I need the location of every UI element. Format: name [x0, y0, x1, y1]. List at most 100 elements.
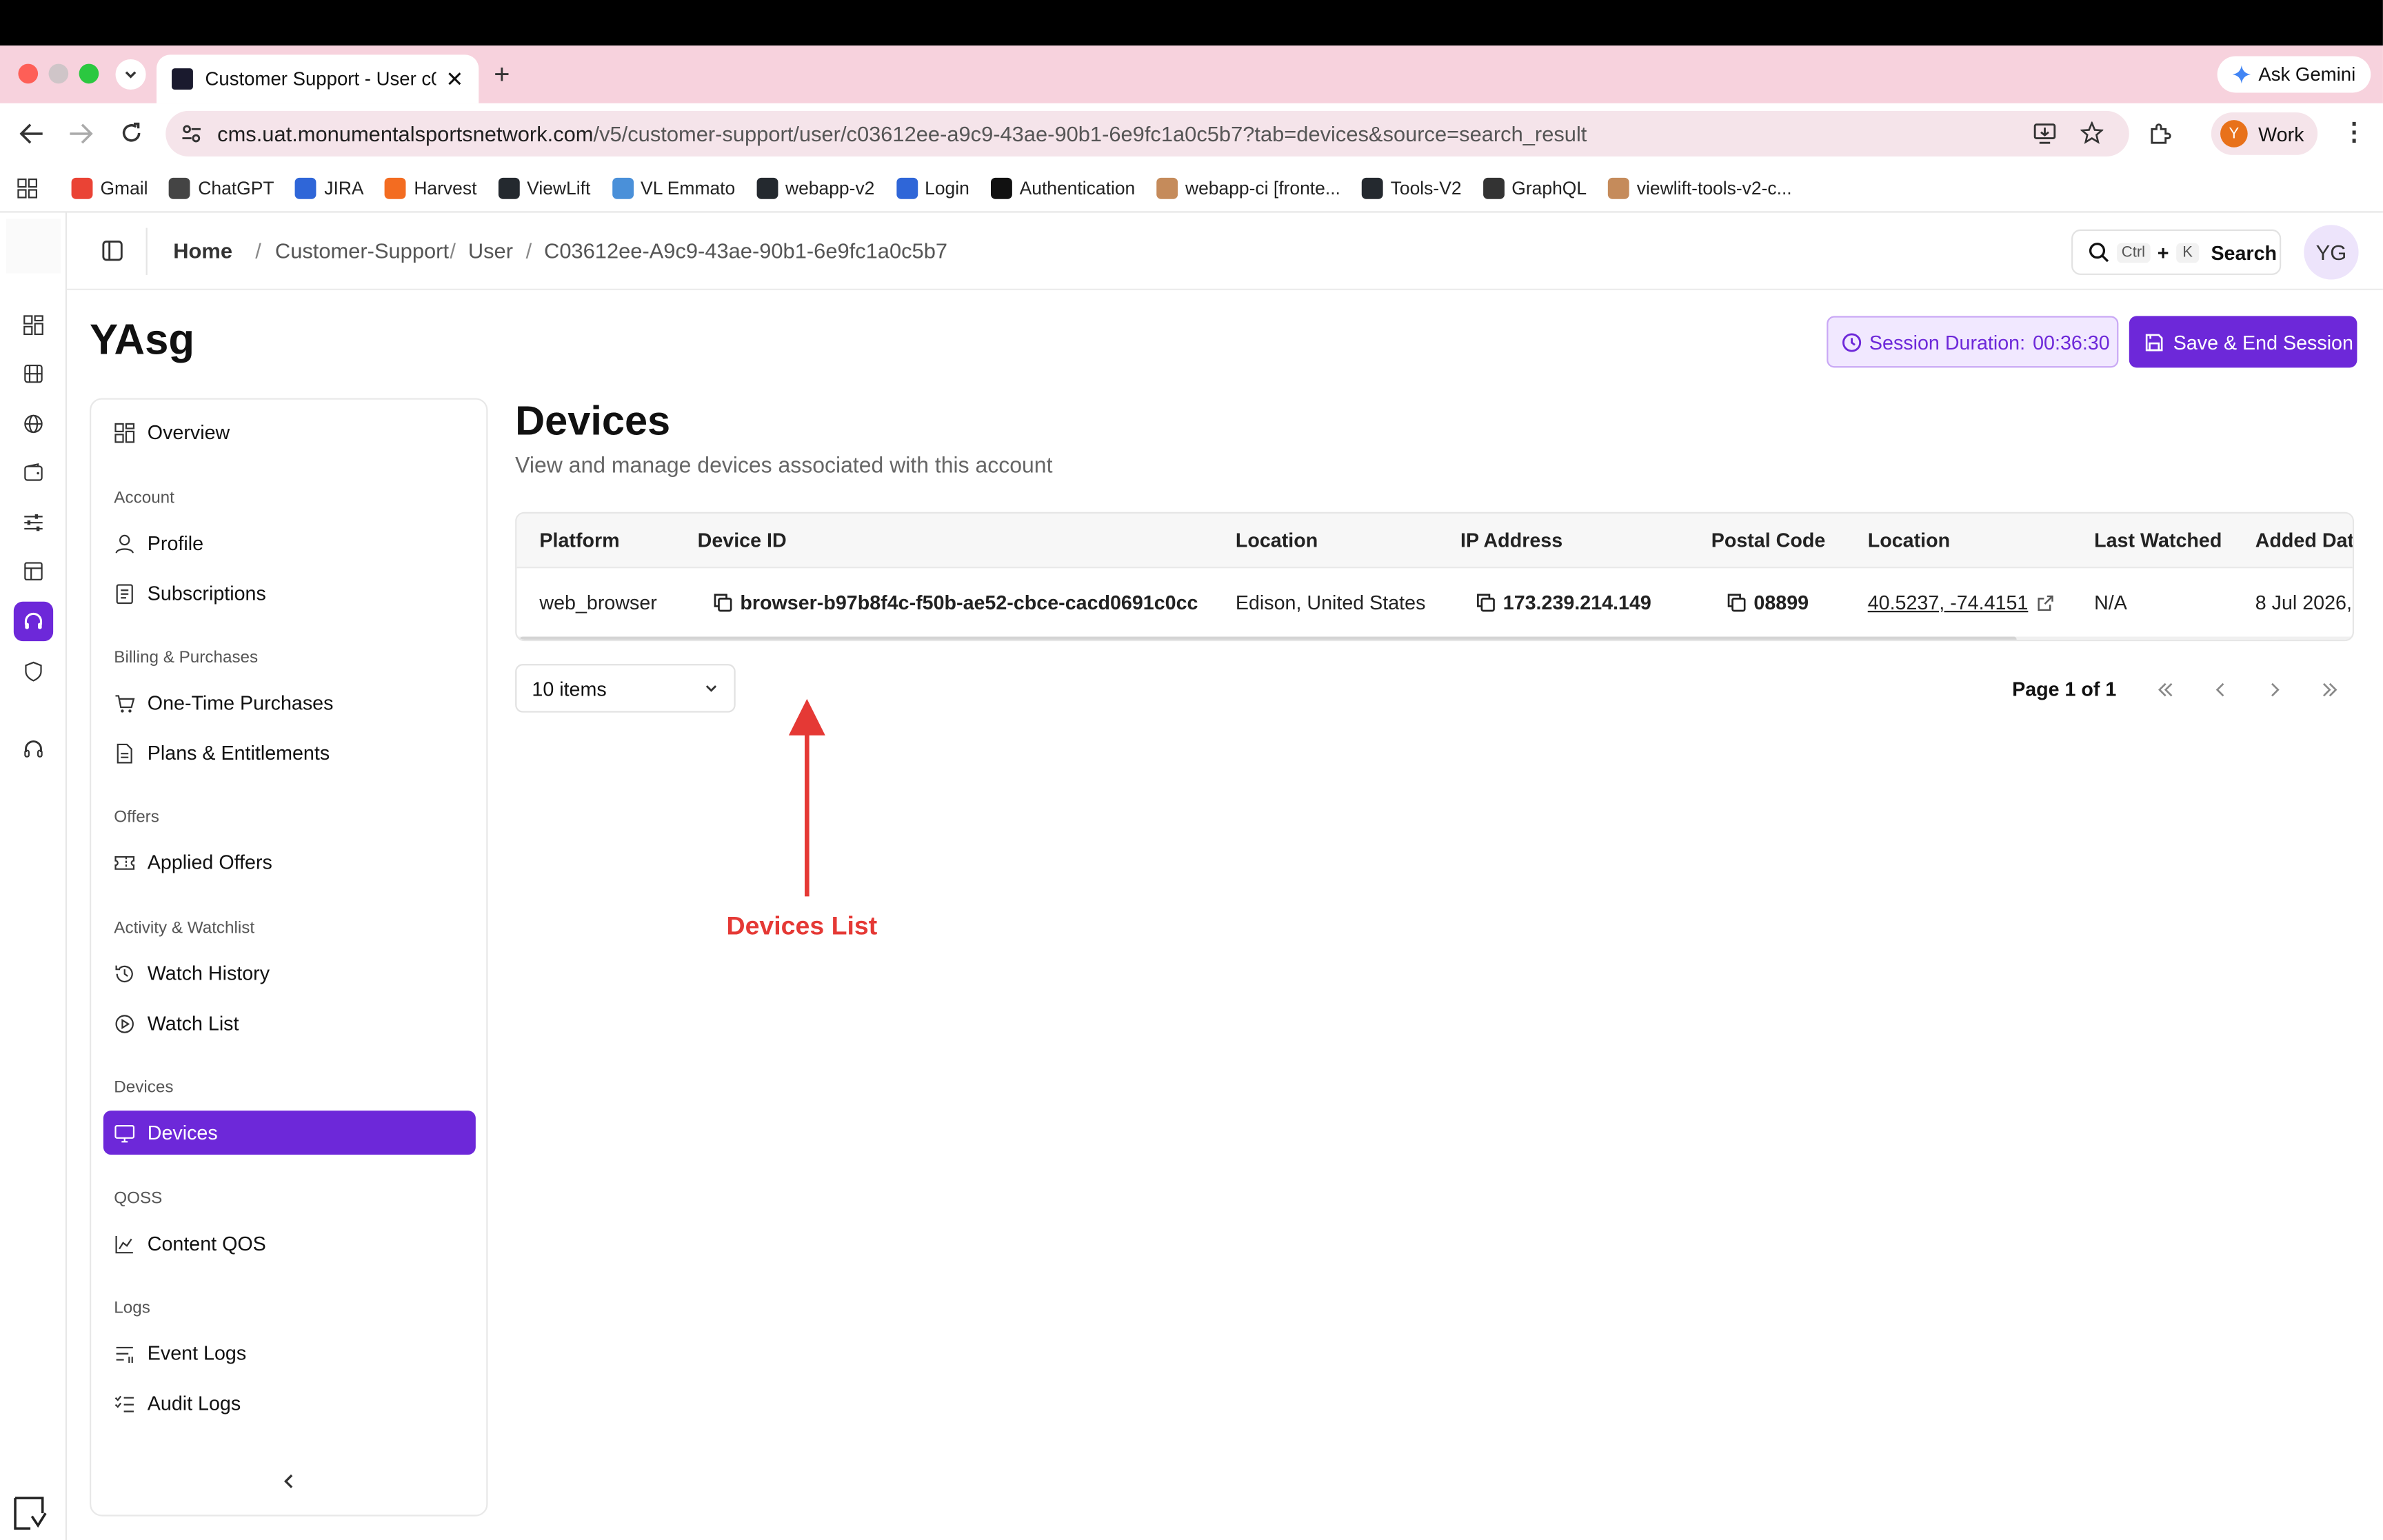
save-end-session-label: Save & End Session: [2173, 330, 2353, 354]
copy-icon[interactable]: [713, 593, 733, 613]
sidebar-item-one-time-purchases[interactable]: One-Time Purchases: [103, 680, 476, 725]
rail-support-button[interactable]: [13, 601, 54, 642]
global-search-button[interactable]: Ctrl + K Search: [2071, 229, 2282, 275]
cell-last-watched: N/A: [2094, 591, 2127, 614]
new-tab-button[interactable]: +: [494, 59, 510, 91]
bookmark-item[interactable]: Gmail: [71, 176, 148, 199]
apps-grid-icon[interactable]: [17, 177, 38, 199]
app-header: Home / Customer-Support / User / C03612e…: [66, 213, 2383, 290]
site-settings-icon[interactable]: [181, 123, 202, 145]
header-divider: [145, 227, 148, 275]
browser-tab-active[interactable]: Customer Support - User c03 ✕: [157, 54, 479, 103]
breadcrumb-user[interactable]: User: [468, 213, 513, 290]
page-size-select[interactable]: 10 items: [515, 664, 736, 713]
postal-code-value: 08899: [1753, 591, 1809, 614]
rail-security-button[interactable]: [14, 652, 53, 691]
user-icon: [115, 534, 134, 553]
sidebar-item-watch-history[interactable]: Watch History: [103, 951, 476, 995]
ask-gemini-button[interactable]: Ask Gemini: [2217, 56, 2371, 93]
first-page-button[interactable]: [2144, 669, 2187, 711]
bookmark-item[interactable]: Tools-V2: [1361, 176, 1462, 199]
bookmark-item[interactable]: GraphQL: [1482, 176, 1587, 199]
bookmark-item[interactable]: ViewLift: [498, 176, 591, 199]
rail-globe-button[interactable]: [14, 404, 53, 443]
sidebar-item-plans[interactable]: Plans & Entitlements: [103, 731, 476, 775]
next-page-button[interactable]: [2254, 669, 2297, 711]
horizontal-scrollbar-thumb[interactable]: [519, 636, 2017, 640]
tab-close-icon[interactable]: ✕: [445, 66, 463, 92]
bookmark-item[interactable]: Authentication: [990, 176, 1136, 199]
install-app-icon[interactable]: [2033, 123, 2056, 145]
sidebar-item-applied-offers[interactable]: Applied Offers: [103, 840, 476, 884]
coordinates-map-link[interactable]: 40.5237, -74.4151: [1868, 591, 2029, 614]
bookmark-star-icon[interactable]: [2080, 121, 2104, 144]
sidebar-item-audit-logs[interactable]: Audit Logs: [103, 1381, 476, 1425]
sidebar-item-devices[interactable]: Devices: [103, 1111, 476, 1155]
bookmark-label: webapp-ci [fronte...: [1185, 176, 1340, 199]
copy-icon[interactable]: [1727, 593, 1747, 613]
bookmark-favicon-icon: [990, 176, 1012, 199]
toggle-sidebar-icon[interactable]: [102, 240, 123, 261]
previous-page-button[interactable]: [2199, 669, 2242, 711]
bookmark-item[interactable]: VL Emmato: [612, 176, 735, 199]
bookmark-item[interactable]: JIRA: [295, 176, 364, 199]
tab-search-button[interactable]: [115, 59, 146, 90]
bookmark-label: ViewLift: [527, 176, 591, 199]
bookmark-item[interactable]: webapp-v2: [756, 176, 874, 199]
extensions-puzzle-icon[interactable]: [2147, 121, 2171, 145]
address-bar[interactable]: cms.uat.monumentalsportsnetwork.com/v5/c…: [165, 110, 2129, 157]
profile-label: Work: [2258, 122, 2304, 145]
bookmark-label: Authentication: [1019, 176, 1136, 199]
bookmark-favicon-icon: [169, 176, 191, 199]
column-header-coordinates: Location: [1867, 528, 1951, 552]
close-window-button[interactable]: [18, 63, 39, 84]
feedback-screenshot-button[interactable]: [12, 1495, 49, 1532]
bookmark-item[interactable]: webapp-ci [fronte...: [1156, 176, 1340, 199]
chevron-down-icon: [705, 685, 717, 692]
cell-added-date: 8 Jul 2026,: [2255, 591, 2352, 614]
sidebar-item-content-qos[interactable]: Content QOS: [103, 1222, 476, 1266]
sidebar-item-subscriptions[interactable]: Subscriptions: [103, 571, 476, 616]
table-header-row: [516, 513, 2353, 569]
reload-icon[interactable]: [120, 121, 143, 144]
sidebar-item-label: Event Logs: [147, 1341, 247, 1365]
profile-button[interactable]: Y Work: [2211, 112, 2318, 155]
forward-arrow-icon[interactable]: [68, 123, 93, 145]
rail-layout-button[interactable]: [14, 551, 53, 591]
breadcrumb-customer-support[interactable]: Customer-Support: [275, 213, 449, 290]
sidebar-section-account: Account: [114, 489, 174, 508]
browser-menu-kebab-icon[interactable]: ⋮: [2342, 117, 2366, 148]
bookmark-item[interactable]: Login: [896, 176, 969, 199]
sidebar-item-label: Content QOS: [147, 1232, 266, 1255]
bookmark-item[interactable]: Harvest: [385, 176, 476, 199]
rail-wallet-button[interactable]: [14, 453, 53, 492]
back-arrow-icon[interactable]: [19, 123, 44, 145]
copy-icon[interactable]: [1476, 593, 1496, 613]
minimize-window-button[interactable]: [48, 63, 69, 84]
list-lines-icon: [116, 1346, 133, 1362]
maximize-window-button[interactable]: [79, 63, 99, 84]
bookmark-item[interactable]: viewlift-tools-v2-c...: [1607, 176, 1792, 199]
rail-media-button[interactable]: [14, 354, 53, 394]
save-icon: [2145, 333, 2163, 351]
rail-dashboard-button[interactable]: [14, 305, 53, 345]
sidebar-item-overview[interactable]: Overview: [103, 410, 476, 454]
sidebar-item-event-logs[interactable]: Event Logs: [103, 1331, 476, 1375]
sliders-icon: [24, 514, 43, 531]
sidebar-item-watch-list[interactable]: Watch List: [103, 1001, 476, 1045]
document-icon: [117, 742, 132, 763]
rail-help-button[interactable]: [14, 729, 53, 769]
breadcrumb-home[interactable]: Home: [173, 213, 232, 290]
rail-settings-button[interactable]: [14, 503, 53, 543]
column-header-ip-address: IP Address: [1460, 528, 1563, 552]
save-end-session-button[interactable]: Save & End Session: [2129, 316, 2357, 368]
last-page-button[interactable]: [2309, 669, 2351, 711]
collapse-sidebar-chevron-icon[interactable]: [281, 1472, 296, 1490]
bookmark-item[interactable]: ChatGPT: [169, 176, 274, 199]
sidebar-item-profile[interactable]: Profile: [103, 521, 476, 565]
page-size-value: 10 items: [532, 676, 607, 700]
search-icon: [2089, 243, 2109, 263]
horizontal-scrollbar-track[interactable]: [516, 636, 2353, 640]
user-avatar[interactable]: YG: [2304, 225, 2359, 280]
external-link-icon[interactable]: [2035, 594, 2053, 611]
